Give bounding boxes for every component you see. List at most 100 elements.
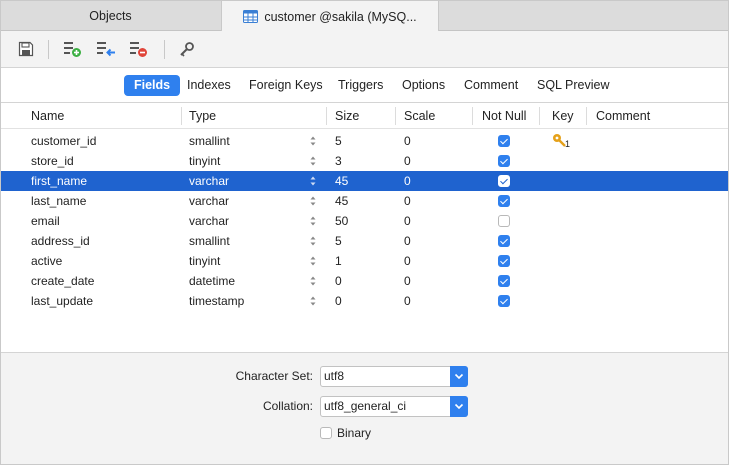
type-stepper-icon[interactable] — [310, 175, 316, 187]
field-scale-cell[interactable]: 0 — [404, 271, 411, 291]
not-null-checkbox[interactable] — [498, 235, 510, 247]
table-row[interactable]: active tinyint 1 0 — [1, 251, 728, 271]
type-stepper-icon[interactable] — [310, 135, 316, 147]
binary-label: Binary — [337, 426, 372, 440]
header-size[interactable]: Size — [335, 103, 359, 129]
field-size-cell[interactable]: 45 — [335, 191, 348, 211]
subtab-comment[interactable]: Comment — [454, 75, 528, 96]
subtab-foreign-keys[interactable]: Foreign Keys — [239, 75, 333, 96]
subtab-options[interactable]: Options — [392, 75, 455, 96]
field-name-cell[interactable]: active — [31, 251, 62, 271]
header-type[interactable]: Type — [189, 103, 216, 129]
subtab-indexes[interactable]: Indexes — [177, 75, 241, 96]
add-field-button[interactable] — [63, 40, 83, 60]
chevron-down-icon[interactable] — [450, 366, 468, 387]
delete-field-button[interactable] — [129, 40, 149, 60]
primary-key-button[interactable] — [177, 40, 197, 60]
subtab-sql-preview[interactable]: SQL Preview — [527, 75, 619, 96]
not-null-checkbox[interactable] — [498, 175, 510, 187]
field-scale-cell[interactable]: 0 — [404, 131, 411, 151]
column-divider[interactable] — [181, 107, 182, 125]
chevron-down-icon[interactable] — [450, 396, 468, 417]
field-scale-cell[interactable]: 0 — [404, 231, 411, 251]
field-type-cell[interactable]: varchar — [189, 211, 229, 231]
table-row[interactable]: first_name varchar 45 0 — [1, 171, 728, 191]
field-name-cell[interactable]: address_id — [31, 231, 90, 251]
field-name-cell[interactable]: first_name — [31, 171, 87, 191]
header-key[interactable]: Key — [552, 103, 574, 129]
field-name-cell[interactable]: last_update — [31, 291, 93, 311]
column-divider[interactable] — [395, 107, 396, 125]
type-stepper-icon[interactable] — [310, 255, 316, 267]
not-null-checkbox[interactable] — [498, 275, 510, 287]
field-name-cell[interactable]: last_name — [31, 191, 86, 211]
field-type-cell[interactable]: tinyint — [189, 151, 220, 171]
not-null-checkbox[interactable] — [498, 215, 510, 227]
column-divider[interactable] — [586, 107, 587, 125]
table-row[interactable]: last_name varchar 45 0 — [1, 191, 728, 211]
field-size-cell[interactable]: 45 — [335, 171, 348, 191]
field-type-cell[interactable]: smallint — [189, 231, 230, 251]
table-row[interactable]: create_date datetime 0 0 — [1, 271, 728, 291]
collation-select[interactable]: utf8_general_ci — [320, 396, 468, 417]
field-size-cell[interactable]: 1 — [335, 251, 342, 271]
header-scale[interactable]: Scale — [404, 103, 435, 129]
grid-header: Name Type Size Scale Not Null Key Commen… — [1, 103, 728, 129]
field-name-cell[interactable]: customer_id — [31, 131, 96, 151]
field-size-cell[interactable]: 5 — [335, 231, 342, 251]
header-not-null[interactable]: Not Null — [482, 103, 526, 129]
type-stepper-icon[interactable] — [310, 215, 316, 227]
column-divider[interactable] — [472, 107, 473, 125]
not-null-checkbox[interactable] — [498, 135, 510, 147]
binary-checkbox-box[interactable] — [320, 427, 332, 439]
binary-checkbox[interactable]: Binary — [320, 426, 371, 440]
field-name-cell[interactable]: email — [31, 211, 60, 231]
type-stepper-icon[interactable] — [310, 195, 316, 207]
field-scale-cell[interactable]: 0 — [404, 211, 411, 231]
field-size-cell[interactable]: 50 — [335, 211, 348, 231]
collation-label: Collation: — [262, 399, 313, 413]
header-comment[interactable]: Comment — [596, 103, 650, 129]
type-stepper-icon[interactable] — [310, 275, 316, 287]
field-size-cell[interactable]: 0 — [335, 271, 342, 291]
tab-customer-table[interactable]: customer @sakila (MySQ... — [221, 1, 439, 32]
table-row[interactable]: last_update timestamp 0 0 — [1, 291, 728, 311]
table-row[interactable]: customer_id smallint 5 0 1 — [1, 131, 728, 151]
insert-field-button[interactable] — [96, 40, 116, 60]
field-name-cell[interactable]: create_date — [31, 271, 94, 291]
table-row[interactable]: address_id smallint 5 0 — [1, 231, 728, 251]
field-type-cell[interactable]: tinyint — [189, 251, 220, 271]
header-name[interactable]: Name — [31, 103, 64, 129]
field-scale-cell[interactable]: 0 — [404, 171, 411, 191]
table-row[interactable]: store_id tinyint 3 0 — [1, 151, 728, 171]
tab-objects[interactable]: Objects — [1, 1, 220, 31]
field-type-cell[interactable]: datetime — [189, 271, 235, 291]
not-null-checkbox[interactable] — [498, 295, 510, 307]
field-size-cell[interactable]: 5 — [335, 131, 342, 151]
field-size-cell[interactable]: 0 — [335, 291, 342, 311]
subtab-triggers[interactable]: Triggers — [328, 75, 393, 96]
column-divider[interactable] — [539, 107, 540, 125]
field-type-cell[interactable]: timestamp — [189, 291, 244, 311]
field-scale-cell[interactable]: 0 — [404, 251, 411, 271]
save-button[interactable] — [16, 40, 36, 60]
field-scale-cell[interactable]: 0 — [404, 151, 411, 171]
field-size-cell[interactable]: 3 — [335, 151, 342, 171]
field-name-cell[interactable]: store_id — [31, 151, 74, 171]
not-null-checkbox[interactable] — [498, 155, 510, 167]
field-scale-cell[interactable]: 0 — [404, 191, 411, 211]
field-type-cell[interactable]: varchar — [189, 171, 229, 191]
not-null-checkbox[interactable] — [498, 195, 510, 207]
field-type-cell[interactable]: smallint — [189, 131, 230, 151]
table-row[interactable]: email varchar 50 0 — [1, 211, 728, 231]
charset-select[interactable]: utf8 — [320, 366, 468, 387]
type-stepper-icon[interactable] — [310, 295, 316, 307]
type-stepper-icon[interactable] — [310, 235, 316, 247]
not-null-checkbox[interactable] — [498, 255, 510, 267]
designer-subtabs: Fields Indexes Foreign Keys Triggers Opt… — [1, 68, 728, 103]
column-divider[interactable] — [326, 107, 327, 125]
field-type-cell[interactable]: varchar — [189, 191, 229, 211]
subtab-fields[interactable]: Fields — [124, 75, 181, 96]
type-stepper-icon[interactable] — [310, 155, 316, 167]
field-scale-cell[interactable]: 0 — [404, 291, 411, 311]
